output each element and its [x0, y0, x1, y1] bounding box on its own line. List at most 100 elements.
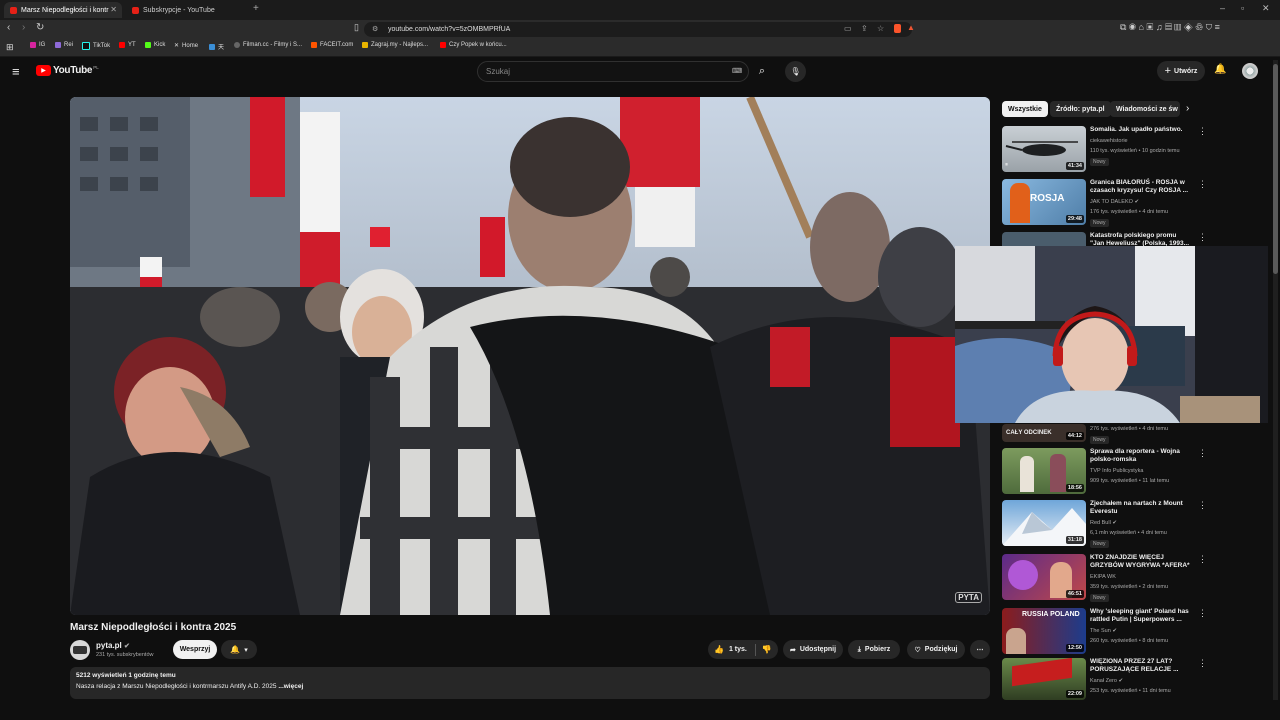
video-thumbnail[interactable]: 22:09: [1002, 658, 1086, 700]
bookmark-kanji[interactable]: 天: [209, 42, 224, 51]
tab-subscriptions[interactable]: Subskrypcje - YouTube: [126, 2, 246, 18]
list-item[interactable]: ROSJA 29:48 Granica BIAŁORUŚ - ROSJA w c…: [1002, 179, 1272, 229]
video-player[interactable]: PYTA: [70, 97, 990, 615]
rec-title[interactable]: Sprawa dla reportera - Wojna polsko-roms…: [1090, 448, 1192, 464]
reload-icon[interactable]: ↻: [36, 22, 44, 33]
list-item[interactable]: RUSSIA POLAND 12:50 Why 'sleeping giant'…: [1002, 608, 1272, 658]
apps-grid-icon[interactable]: ⊞: [6, 42, 14, 53]
search-input[interactable]: Szukaj ⌨: [477, 61, 749, 82]
more-vertical-icon[interactable]: ⋮: [1198, 608, 1207, 619]
chip-news[interactable]: Wiadomości ze św: [1110, 101, 1180, 117]
rec-channel[interactable]: JAK TO DALEKO ✔: [1090, 199, 1139, 205]
scrollbar-track[interactable]: [1273, 60, 1278, 700]
bookmark-zagraj[interactable]: Zagraj.my - Najleps...: [362, 42, 428, 48]
rec-channel[interactable]: TVP Info Publicystyka: [1090, 468, 1143, 474]
list-item[interactable]: 31:18 Zjechałem na nartach z Mount Evere…: [1002, 500, 1272, 550]
more-vertical-icon[interactable]: ⋮: [1198, 658, 1207, 669]
install-app-icon[interactable]: ▭: [844, 24, 852, 33]
channel-avatar[interactable]: [70, 640, 90, 660]
rec-channel[interactable]: EKIPA WK: [1090, 574, 1116, 580]
site-settings-icon[interactable]: ⚙: [372, 25, 378, 33]
forward-icon[interactable]: ›: [22, 22, 25, 33]
list-item[interactable]: 46:51 KTO ZNAJDZIE WIĘCEJ GRZYBÓW WYGRYW…: [1002, 554, 1272, 604]
more-vertical-icon[interactable]: ⋮: [1198, 448, 1207, 459]
close-tab-icon[interactable]: ✕: [110, 5, 117, 14]
rec-title[interactable]: KTO ZNAJDZIE WIĘCEJ GRZYBÓW WYGRYWA *AFE…: [1090, 554, 1192, 570]
thumbs-up-icon[interactable]: 👍: [714, 645, 724, 654]
rec-channel[interactable]: Kanał Zero ✔: [1090, 678, 1123, 684]
more-vertical-icon[interactable]: ⋮: [1198, 179, 1207, 190]
more-vertical-icon[interactable]: ⋮: [1198, 500, 1207, 511]
bookmark-yt[interactable]: YT: [119, 42, 136, 48]
bookmark-home[interactable]: ✕ Home: [174, 42, 198, 50]
chip-source[interactable]: Źródło: pyta.pl: [1050, 101, 1111, 117]
video-thumbnail[interactable]: 18:56: [1002, 448, 1086, 494]
download-button[interactable]: ⤓ Pobierz: [848, 640, 900, 659]
list-item[interactable]: 22:09 WIĘZIONA PRZEZ 27 LAT? PORUSZAJĄCE…: [1002, 658, 1272, 700]
search-button[interactable]: ⌕: [750, 61, 774, 82]
more-vertical-icon[interactable]: ⋮: [1198, 554, 1207, 565]
scrollbar-thumb[interactable]: [1273, 64, 1278, 274]
thanks-button[interactable]: ♡ Podziękuj: [907, 640, 965, 659]
rec-title[interactable]: Somalia. Jak upadło państwo.: [1090, 126, 1192, 134]
channel-watermark[interactable]: PYTA: [955, 592, 982, 603]
chip-all[interactable]: Wszystkie: [1002, 101, 1048, 117]
bookmark-popek[interactable]: Czy Popek w końcu...: [440, 42, 507, 48]
brave-shield-icon[interactable]: [894, 24, 901, 33]
more-vertical-icon[interactable]: ⋮: [1198, 126, 1207, 137]
list-item[interactable]: ⏸ 41:34 Somalia. Jak upadło państwo. cie…: [1002, 126, 1272, 176]
address-bar[interactable]: ⚙ youtube.com/watch?v=5zOMBMPRfUA ▭ ⇪ ☆ …: [364, 22, 915, 37]
star-icon[interactable]: ☆: [877, 24, 884, 33]
rec-title[interactable]: Why 'sleeping giant' Poland has rattled …: [1090, 608, 1192, 624]
verified-icon: ✔: [1112, 628, 1117, 634]
bookmark-tiktok[interactable]: TikTok: [82, 42, 110, 50]
video-thumbnail[interactable]: 31:18: [1002, 500, 1086, 546]
maximize-icon[interactable]: ▫: [1241, 3, 1244, 13]
thumbs-down-icon[interactable]: 👎: [762, 645, 772, 654]
share-button[interactable]: ➦ Udostępnij: [783, 640, 843, 659]
tab-active[interactable]: Marsz Niepodległości i kontr ✕: [4, 2, 122, 18]
youtube-logo[interactable]: ▶ YouTube PL: [36, 65, 99, 76]
support-button[interactable]: Wesprzyj: [173, 640, 217, 659]
rewards-icon[interactable]: ▲: [907, 23, 915, 32]
like-count[interactable]: 1 tys.: [729, 646, 747, 653]
close-window-icon[interactable]: ✕: [1262, 3, 1270, 14]
video-thumbnail[interactable]: RUSSIA POLAND 12:50: [1002, 608, 1086, 654]
create-button[interactable]: + Utwórz: [1157, 61, 1205, 81]
more-actions-button[interactable]: ⋯: [970, 640, 990, 659]
keyboard-icon[interactable]: ⌨: [732, 67, 742, 75]
bookmark-ig[interactable]: IG: [30, 42, 45, 48]
share-icon[interactable]: ⇪: [861, 24, 868, 33]
notifications-bell-icon[interactable]: 🔔: [1214, 64, 1226, 75]
menu-icon[interactable]: ≡: [12, 64, 20, 79]
video-thumbnail[interactable]: ⏸ 41:34: [1002, 126, 1086, 172]
back-icon[interactable]: ‹: [7, 22, 10, 33]
list-item[interactable]: 18:56 Sprawa dla reportera - Wojna polsk…: [1002, 448, 1272, 498]
avatar[interactable]: [1242, 63, 1258, 79]
notifications-dropdown[interactable]: 🔔 ▾: [221, 640, 257, 659]
rec-title[interactable]: Zjechałem na nartach z Mount Everestu: [1090, 500, 1192, 516]
bookmark-rei[interactable]: Rei: [55, 42, 73, 48]
description-box[interactable]: 5212 wyświetleń 1 godzinę temu Nasza rel…: [70, 667, 990, 699]
list-item[interactable]: CAŁY ODCINEK 44:12 276 tys. wyświetleń •…: [1002, 424, 1272, 444]
rec-title[interactable]: Granica BIAŁORUŚ - ROSJA w czasach kryzy…: [1090, 179, 1192, 195]
extensions-icon[interactable]: ⧉ ◉ ⌂ ▣ ♫ ▤ ▥ ◈ ♲ ⛉ ≡: [1120, 22, 1220, 33]
rec-channel[interactable]: Red Bull ✔: [1090, 520, 1117, 526]
show-more-link[interactable]: ...więcej: [278, 683, 303, 690]
new-tab-button[interactable]: +: [253, 3, 259, 14]
bookmark-filman[interactable]: Filman.cc - Filmy i S...: [234, 42, 302, 48]
more-vertical-icon[interactable]: ⋮: [1198, 232, 1207, 243]
rec-channel[interactable]: The Sun ✔: [1090, 628, 1117, 634]
video-thumbnail[interactable]: CAŁY ODCINEK 44:12: [1002, 424, 1086, 442]
rec-channel[interactable]: ciekawehistorie: [1090, 138, 1128, 144]
channel-name[interactable]: pyta.pl ✔: [96, 641, 130, 650]
chevron-right-icon[interactable]: ›: [1186, 103, 1189, 114]
bookmark-page-icon[interactable]: ▯: [354, 22, 359, 33]
minimize-icon[interactable]: –: [1220, 3, 1225, 13]
video-thumbnail[interactable]: 46:51: [1002, 554, 1086, 600]
bookmark-kick[interactable]: Kick: [145, 42, 165, 48]
voice-search-button[interactable]: 🎙: [785, 61, 806, 82]
video-thumbnail[interactable]: ROSJA 29:48: [1002, 179, 1086, 225]
bookmark-faceit[interactable]: FACEIT.com: [311, 42, 353, 48]
rec-title[interactable]: WIĘZIONA PRZEZ 27 LAT? PORUSZAJĄCE RELAC…: [1090, 658, 1192, 674]
